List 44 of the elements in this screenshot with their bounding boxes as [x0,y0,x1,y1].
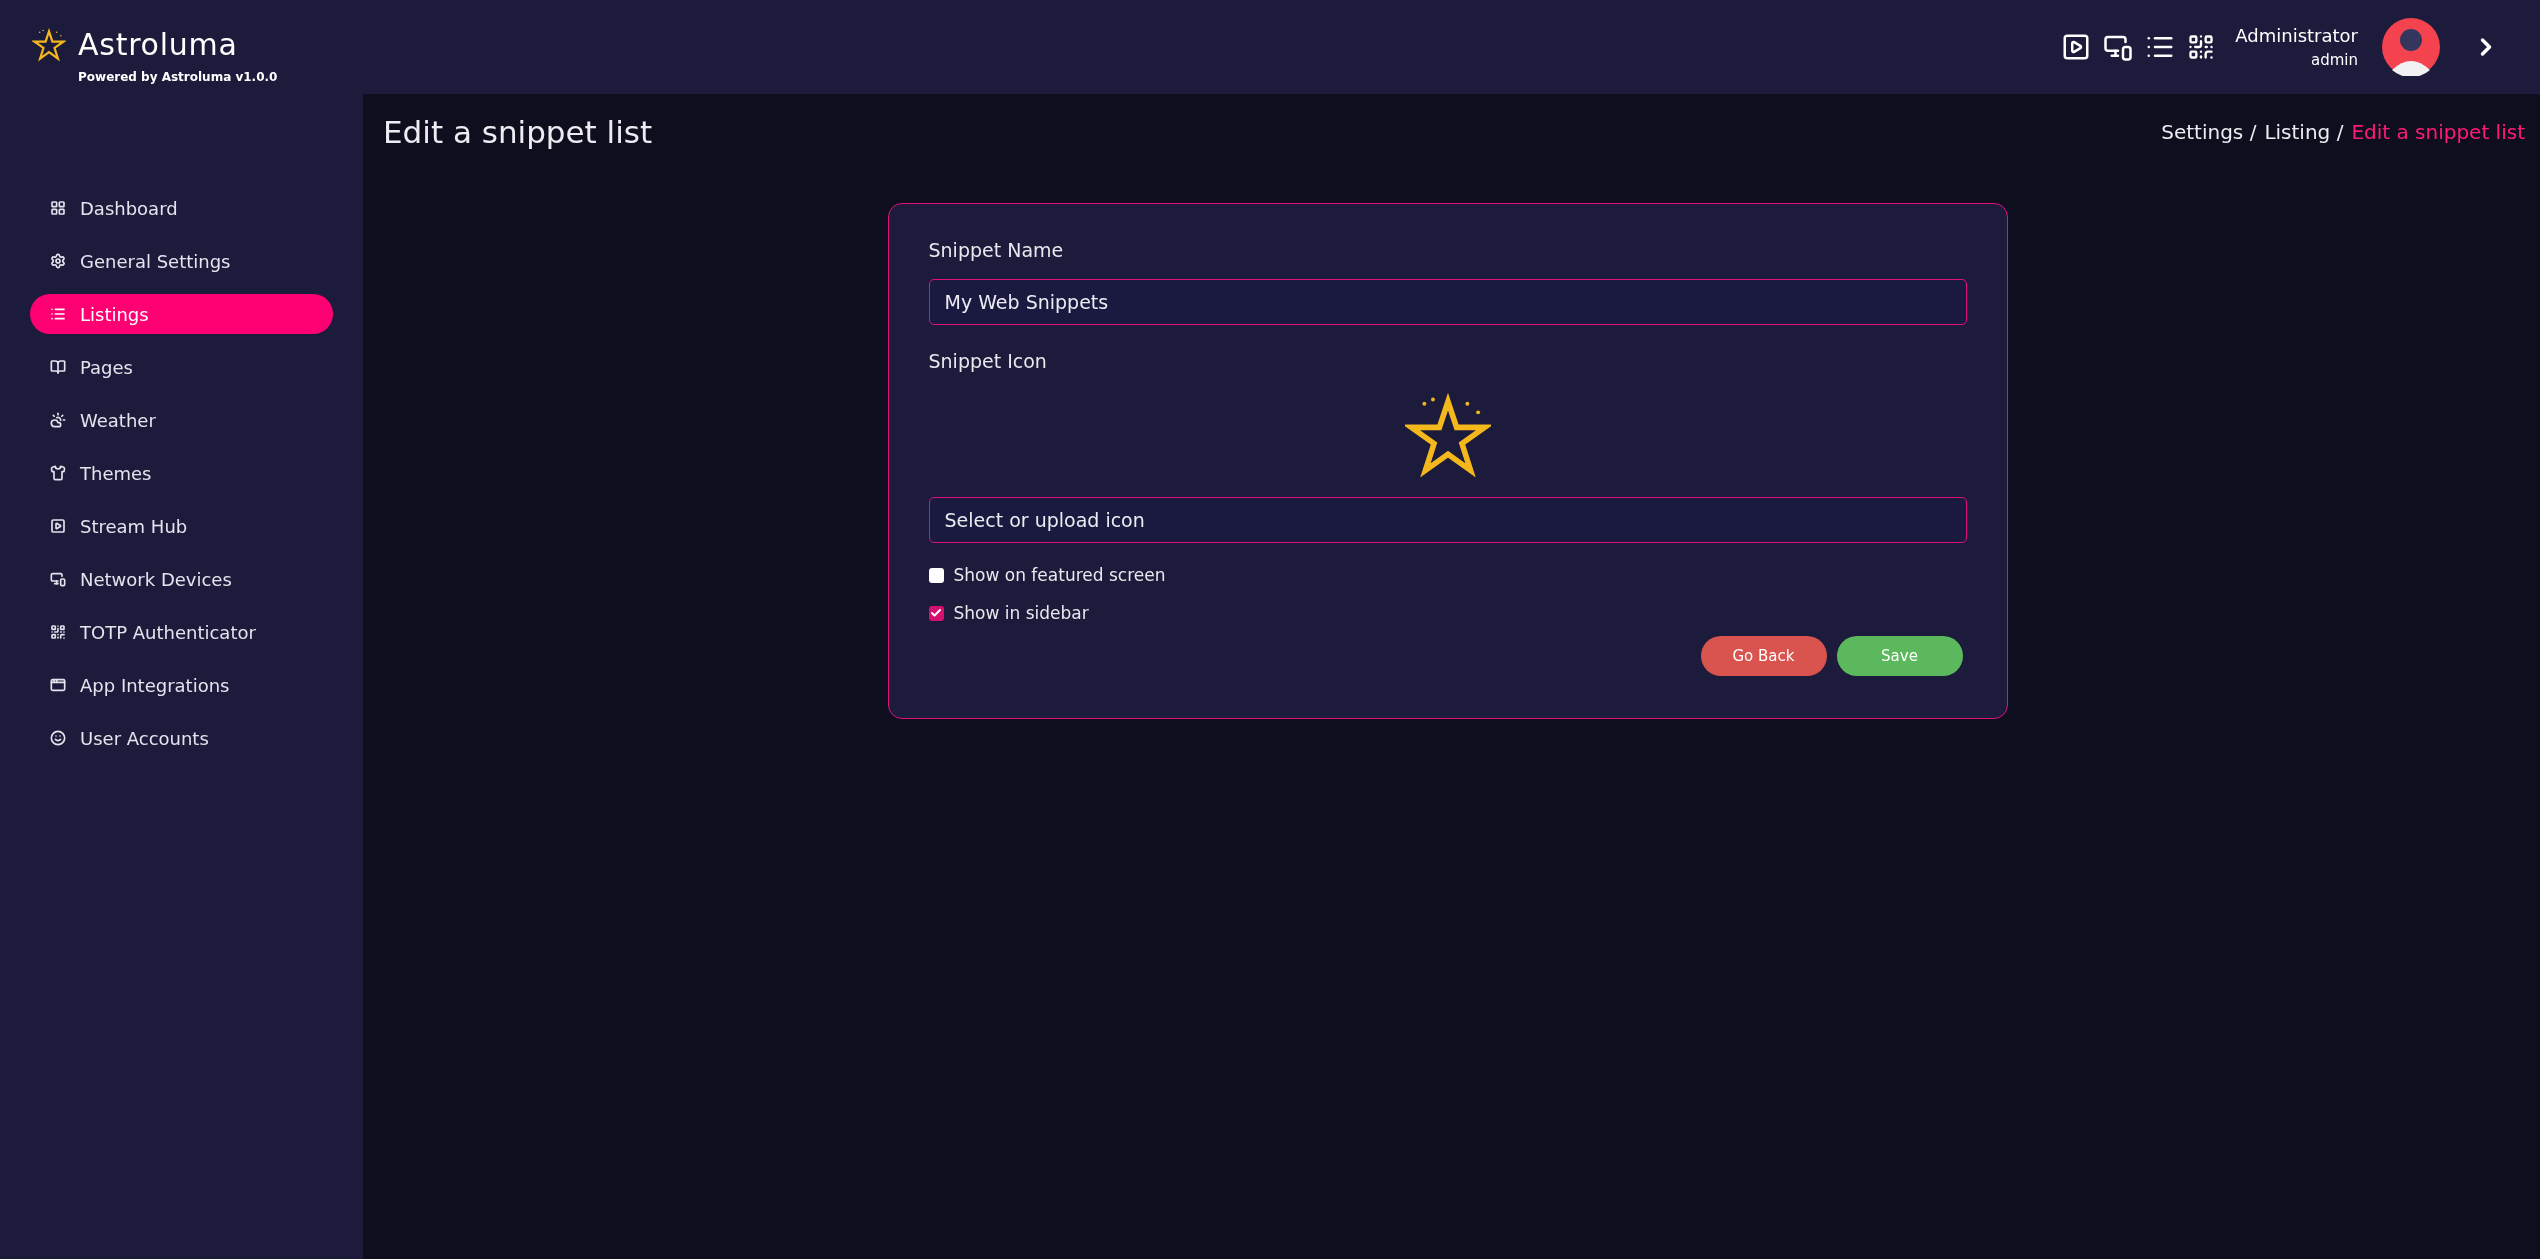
sidebar-item[interactable]: Stream Hub [30,506,333,546]
sidebar-item[interactable]: Dashboard [30,188,333,228]
dashboard-icon [50,200,66,216]
qr-code-icon[interactable] [2187,33,2216,61]
list-icon [50,306,66,322]
sidebar-item[interactable]: Themes [30,453,333,493]
brand-name: Astroluma [78,28,239,62]
page-title: Edit a snippet list [383,112,653,152]
user-name: Administrator [2235,24,2358,49]
breadcrumb-current: Edit a snippet list [2351,119,2525,146]
smiley-icon [50,730,66,746]
brand-tagline: Powered by Astroluma v1.0.0 [78,69,278,86]
star-icon [1404,393,1491,479]
sidebar-item[interactable]: TOTP Authenticator [30,612,333,652]
qr-code-icon [50,624,66,640]
sidebar-item[interactable]: Listings [30,294,333,334]
cloud-sun-icon [50,412,66,428]
shirt-icon [50,465,66,481]
checkbox-label: Show in sidebar [953,601,1089,625]
play-icon [50,518,66,534]
input-field[interactable]: My Web Snippets [928,278,1967,325]
star-logo-icon [32,28,66,62]
sidebar-item[interactable]: App Integrations [30,665,333,705]
sidebar-item[interactable]: General Settings [30,241,333,281]
sidebar-item[interactable]: Network Devices [30,559,333,599]
devices-icon [50,571,66,587]
app-window-icon [50,677,66,693]
user-role: admin [2311,50,2358,72]
checkbox[interactable] [928,605,944,621]
breadcrumb-link[interactable]: Listing / [2264,117,2344,147]
breadcrumb-link[interactable]: Settings / [2161,117,2257,147]
play-icon[interactable] [2061,32,2092,62]
field-label: Snippet Icon [928,348,1048,374]
avatar[interactable] [2382,18,2440,76]
field-label: Snippet Name [928,238,1065,263]
checkbox[interactable] [928,568,944,584]
settings-icon [50,253,66,269]
checkbox-label: Show on featured screen [953,564,1166,587]
book-icon [50,359,66,375]
sidebar-item[interactable]: User Accounts [30,718,333,758]
back-button[interactable]: Go Back [1700,636,1827,676]
sidebar-item[interactable]: Weather [30,400,333,440]
icon-picker-field[interactable]: Select or upload icon [928,497,1967,543]
sidebar-item[interactable]: Pages [30,347,333,387]
